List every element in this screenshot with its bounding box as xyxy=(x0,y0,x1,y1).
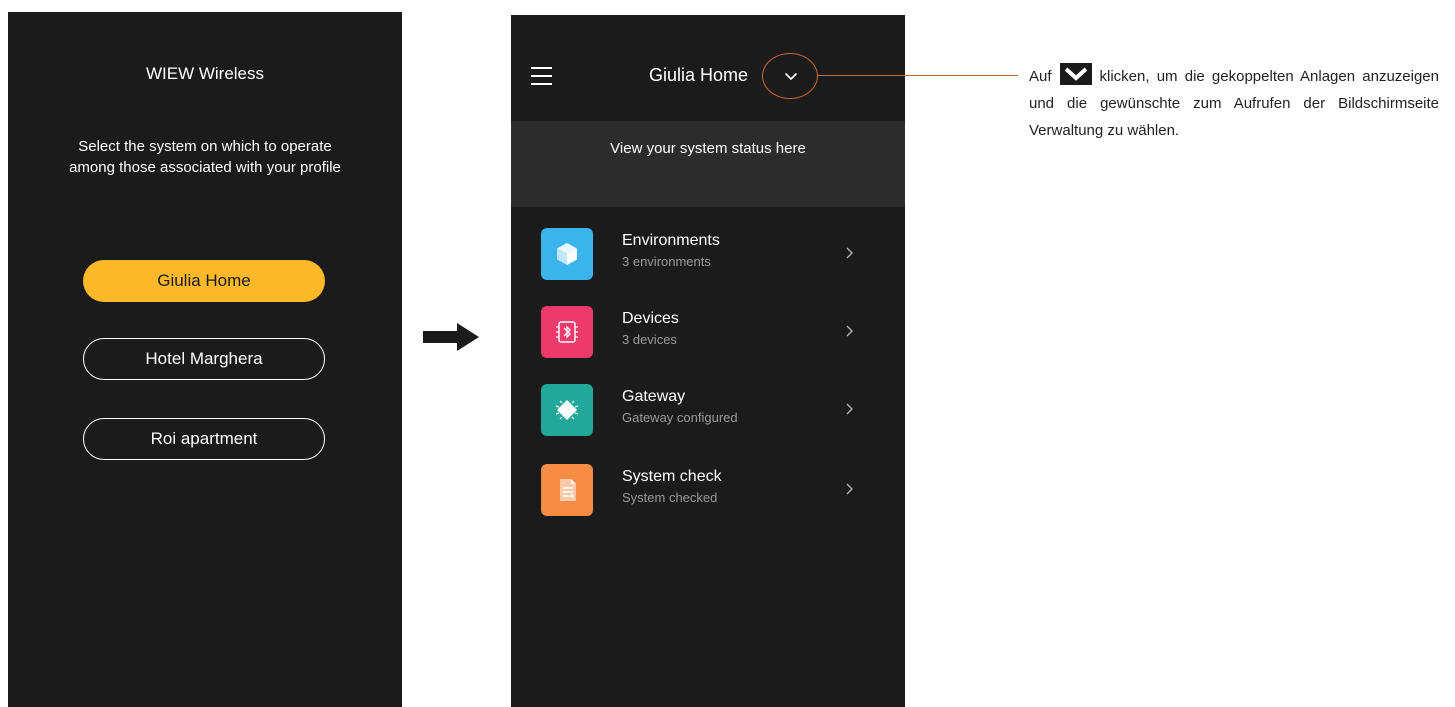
chevron-right-icon xyxy=(846,483,853,495)
menu-item-subtitle: Gateway configured xyxy=(622,410,738,425)
callout-highlight-circle xyxy=(762,53,818,99)
gateway-chip-icon xyxy=(541,384,593,436)
chevron-right-icon xyxy=(846,325,853,337)
header-title: Giulia Home xyxy=(649,65,749,85)
instruction-line-2: among those associated with your profile xyxy=(69,159,341,176)
menu-item-title: Environments xyxy=(622,232,720,249)
status-banner: View your system status here xyxy=(511,121,905,207)
menu-item-subtitle: System checked xyxy=(622,490,718,505)
cube-icon xyxy=(541,228,593,280)
callout-text: Auf klicken, um die gekoppelten Anlagen a… xyxy=(1029,63,1439,144)
menu-item-system-check[interactable]: System check System checked xyxy=(511,464,905,536)
system-button-hotel-marghera[interactable]: Hotel Marghera xyxy=(83,338,325,380)
system-overview-screen: Giulia Home View your system status here… xyxy=(511,15,905,707)
callout-leader-line xyxy=(818,74,1018,76)
document-check-icon xyxy=(541,464,593,516)
system-button-roi-apartment[interactable]: Roi apartment xyxy=(83,418,325,460)
callout-text-before: Auf xyxy=(1029,68,1052,85)
flow-arrow-icon xyxy=(423,323,479,351)
status-text: View your system status here xyxy=(610,140,806,157)
hamburger-icon[interactable] xyxy=(531,67,552,85)
chevron-right-icon xyxy=(846,403,853,415)
menu-item-title: Gateway xyxy=(622,388,686,405)
menu-item-subtitle: 3 environments xyxy=(622,254,711,269)
instruction-line-1: Select the system on which to operate xyxy=(78,138,332,155)
system-selection-screen: WIEW Wireless Select the system on which… xyxy=(8,12,402,707)
bluetooth-chip-icon xyxy=(541,306,593,358)
system-button-giulia-home[interactable]: Giulia Home xyxy=(83,260,325,302)
menu-item-subtitle: 3 devices xyxy=(622,332,677,347)
chevron-down-icon xyxy=(1059,63,1092,85)
menu-item-title: System check xyxy=(622,468,722,485)
instruction-text: Select the system on which to operate am… xyxy=(8,136,402,178)
menu-item-title: Devices xyxy=(622,310,679,327)
chevron-right-icon xyxy=(846,247,853,259)
app-title: WIEW Wireless xyxy=(145,64,265,83)
menu-item-environments[interactable]: Environments 3 environments xyxy=(511,228,905,300)
menu-item-gateway[interactable]: Gateway Gateway configured xyxy=(511,384,905,456)
menu-item-devices[interactable]: Devices 3 devices xyxy=(511,306,905,378)
